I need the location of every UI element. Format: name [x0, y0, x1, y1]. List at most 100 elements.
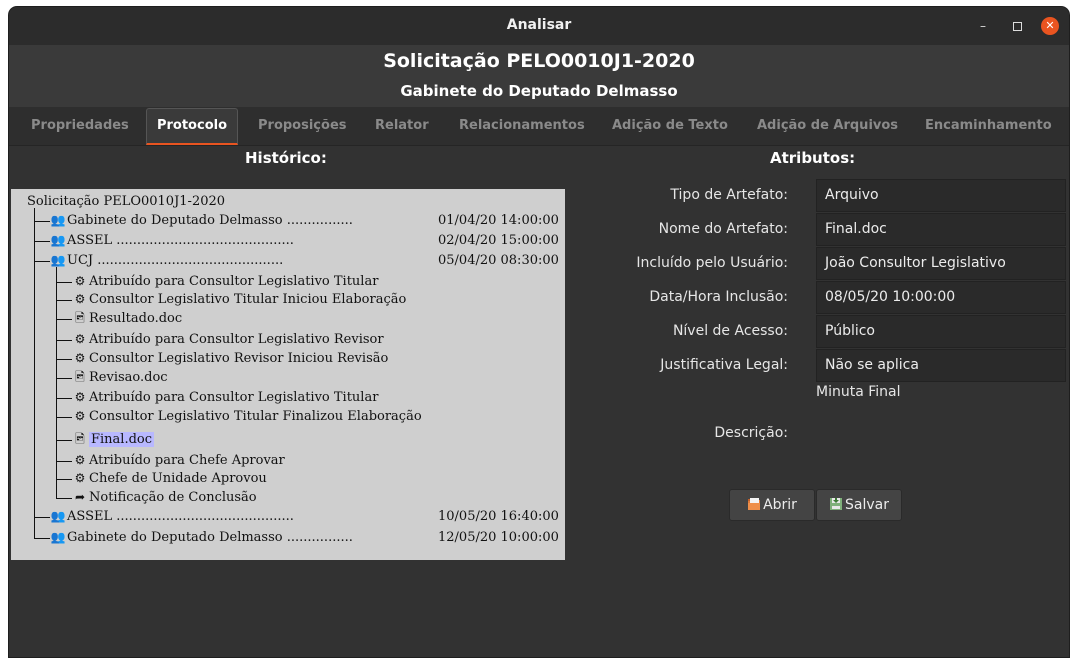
gears-icon: ⚙ — [74, 351, 86, 365]
tree-node[interactable]: 👥 UCJ ...................................… — [49, 251, 565, 270]
tree-node[interactable]: ⚙ Atribuído para Chefe Aprovar — [71, 451, 285, 470]
gears-icon: ⚙ — [74, 409, 86, 423]
file-image-icon: 🖻 — [75, 370, 85, 384]
description-label: Descrição: — [714, 425, 788, 441]
tree-node-timestamp: 02/04/20 15:00:00 — [438, 233, 559, 248]
minimize-icon[interactable]: – — [975, 18, 991, 34]
tree-line — [56, 359, 72, 360]
tree-line — [56, 398, 72, 399]
tree-node[interactable]: 👥 Gabinete do Deputado Delmasso .........… — [49, 211, 565, 230]
attribute-value-field[interactable]: Não se aplica — [816, 349, 1066, 382]
open-folder-icon — [747, 492, 761, 510]
tab-propriedades[interactable]: Propriedades — [31, 107, 129, 145]
tab-relacionamentos[interactable]: Relacionamentos — [459, 107, 585, 145]
tree-node-label: ASSEL — [67, 233, 113, 248]
tree-node-label: Final.doc — [89, 432, 155, 447]
tree-node[interactable]: 👥 ASSEL .................................… — [49, 231, 565, 250]
gears-icon: ⚙ — [74, 274, 86, 288]
tree-node[interactable]: ⚙ Chefe de Unidade Aprovou — [71, 469, 267, 488]
note-text: Minuta Final — [816, 384, 901, 400]
title-bar[interactable]: Analisar – ✕ — [9, 7, 1069, 45]
tree-node-leader: ........................................… — [93, 253, 284, 268]
tree-node-label: Gabinete do Deputado Delmasso — [67, 213, 283, 228]
tree-line — [56, 378, 72, 379]
maximize-icon[interactable] — [1009, 18, 1025, 34]
tab-relator[interactable]: Relator — [375, 107, 429, 145]
tree-node-label: Notificação de Conclusão — [89, 490, 257, 505]
attribute-value-field[interactable]: Arquivo — [816, 179, 1066, 212]
tree-line — [56, 440, 72, 441]
tab-adicao-arquivos[interactable]: Adição de Arquivos — [757, 107, 898, 145]
request-title: Solicitação PELO0010J1-2020 — [383, 50, 695, 72]
tree-node-label: Gabinete do Deputado Delmasso — [67, 530, 283, 545]
tree-node[interactable]: 👥 Gabinete do Deputado Delmasso .........… — [49, 528, 565, 547]
tree-node[interactable]: ⚙ Atribuído para Consultor Legislativo Re… — [71, 330, 384, 349]
tree-node-timestamp: 01/04/20 14:00:00 — [438, 213, 559, 228]
gears-icon: ⚙ — [74, 292, 86, 306]
tab-encaminhamento[interactable]: Encaminhamento — [925, 107, 1052, 145]
tree-line — [56, 267, 57, 498]
tree-line — [56, 300, 72, 301]
close-icon[interactable]: ✕ — [1041, 17, 1059, 35]
tree-node-timestamp: 05/04/20 08:30:00 — [438, 253, 559, 268]
attribute-value-field[interactable]: 08/05/20 10:00:00 — [816, 281, 1066, 314]
group-icon: 👥 — [50, 233, 66, 247]
attribute-value-field[interactable]: Final.doc — [816, 213, 1066, 246]
tree-node[interactable]: ⚙ Atribuído para Consultor Legislativo Ti… — [71, 388, 379, 407]
save-icon — [829, 492, 843, 510]
tree-node[interactable]: ⚙ Atribuído para Consultor Legislativo Ti… — [71, 272, 379, 291]
tree-node[interactable]: 🖻 Final.doc — [71, 430, 155, 449]
tree-node[interactable]: 🖻 Resultado.doc — [71, 309, 182, 328]
tree-node-leader: ................ — [282, 213, 353, 228]
history-tree[interactable]: Solicitação PELO0010J1-2020 👥 Gabinete do… — [11, 189, 565, 560]
history-heading: Histórico: — [245, 149, 327, 167]
attribute-label: Nível de Acesso: — [672, 323, 788, 339]
save-button[interactable]: Salvar — [816, 489, 902, 521]
tree-line — [56, 461, 72, 462]
tree-node-label: Atribuído para Consultor Legislativo Tit… — [89, 274, 379, 289]
attribute-label: Data/Hora Inclusão: — [649, 289, 788, 305]
tree-node-label: Consultor Legislativo Titular Iniciou El… — [89, 292, 407, 307]
tree-line — [34, 517, 50, 518]
gears-icon: ⚙ — [74, 453, 86, 467]
tree-root[interactable]: Solicitação PELO0010J1-2020 — [27, 192, 225, 211]
save-button-label: Salvar — [845, 497, 889, 513]
attribute-label: Incluído pelo Usuário: — [636, 255, 788, 271]
tree-node[interactable]: ⚙ Consultor Legislativo Titular Iniciou E… — [71, 290, 407, 309]
tree-node-label: ASSEL — [67, 509, 113, 524]
tree-line — [56, 417, 72, 418]
analisar-window: Analisar – ✕ Solicitação PELO0010J1-2020… — [9, 7, 1069, 657]
window-title: Analisar — [506, 17, 572, 33]
tree-node-label: Consultor Legislativo Revisor Iniciou Re… — [89, 351, 389, 366]
attributes-heading: Atributos: — [770, 149, 856, 167]
tree-node[interactable]: 👥 ASSEL .................................… — [49, 507, 565, 526]
group-icon: 👥 — [50, 253, 66, 267]
tree-node-label: UCJ — [67, 253, 94, 268]
gears-icon: ⚙ — [74, 390, 86, 404]
attribute-value-field[interactable]: João Consultor Legislativo — [816, 247, 1066, 280]
tree-node-leader: ........................................… — [112, 509, 294, 524]
tab-protocolo[interactable]: Protocolo — [146, 108, 238, 145]
tab-proposicoes[interactable]: Proposições — [258, 107, 347, 145]
tree-line — [34, 261, 50, 262]
tree-node-label: Consultor Legislativo Titular Finalizou … — [89, 409, 422, 424]
tree-node-leader: ........................................… — [112, 233, 294, 248]
tab-bar: Propriedades Protocolo Proposições Relat… — [9, 107, 1069, 146]
gears-icon: ⚙ — [74, 471, 86, 485]
tree-node[interactable]: ➦ Notificação de Conclusão — [71, 488, 257, 507]
tree-node[interactable]: ⚙ Consultor Legislativo Revisor Iniciou R… — [71, 349, 389, 368]
attribute-label: Tipo de Artefato: — [670, 187, 788, 203]
tree-line — [56, 282, 72, 283]
tree-node-label: Atribuído para Chefe Aprovar — [89, 453, 285, 468]
tree-node[interactable]: ⚙ Consultor Legislativo Titular Finalizou… — [71, 407, 422, 426]
tree-node-label: Chefe de Unidade Aprovou — [89, 471, 267, 486]
tree-node-timestamp: 12/05/20 10:00:00 — [438, 530, 559, 545]
tree-line — [34, 221, 50, 222]
tree-node[interactable]: 🖻 Revisao.doc — [71, 368, 167, 387]
attribute-value-field[interactable]: Público — [816, 315, 1066, 348]
file-image-icon: 🖻 — [75, 311, 85, 325]
share-arrow-icon: ➦ — [74, 490, 86, 504]
tab-adicao-texto[interactable]: Adição de Texto — [612, 107, 728, 145]
open-button[interactable]: Abrir — [729, 489, 815, 521]
tree-root-label: Solicitação PELO0010J1-2020 — [27, 194, 226, 209]
